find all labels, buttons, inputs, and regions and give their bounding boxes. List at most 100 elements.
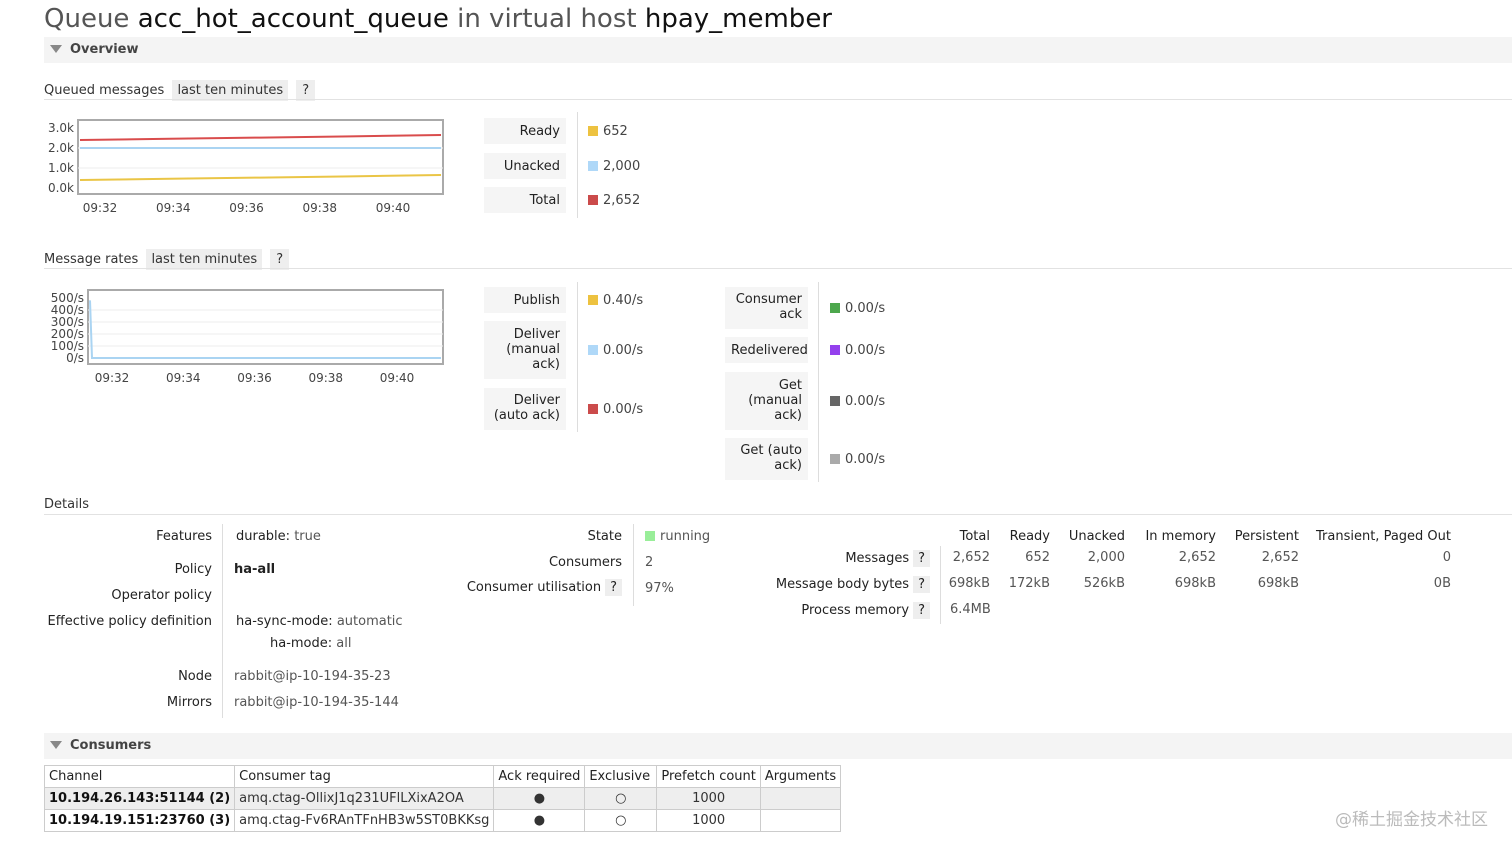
divider	[577, 112, 578, 218]
consumer-tag-cell: amq.ctag-OllixJ1q231UFlLXixA2OA	[234, 787, 495, 810]
x-tick-label: 09:32	[83, 201, 118, 215]
unacked-swatch-icon	[588, 161, 598, 171]
running-state-icon	[645, 531, 655, 541]
stats-cell: 6.4MB	[950, 602, 991, 617]
collapse-triangle-icon	[50, 741, 62, 749]
x-tick-label: 09:38	[302, 201, 337, 215]
stats-cell: 0B	[1433, 576, 1451, 591]
legend-label-deliver-auto: Deliver (auto ack)	[484, 388, 566, 430]
overview-header: Overview	[70, 42, 139, 57]
consumers-table-header-row: Channel Consumer tag Ack required Exclus…	[43, 765, 842, 788]
divider	[44, 99, 1512, 100]
x-tick-label: 09:36	[229, 201, 264, 215]
legend-value-unacked: 2,000	[588, 159, 640, 174]
queued-messages-help-button[interactable]: ?	[296, 80, 316, 101]
legend-label-deliver-manual: Deliver (manual ack)	[484, 321, 566, 379]
queue-name: acc_hot_account_queue	[137, 4, 449, 34]
legend-label-publish: Publish	[484, 287, 566, 313]
legend-value-total: 2,652	[588, 193, 640, 208]
collapse-triangle-icon	[50, 45, 62, 53]
ready-swatch-icon	[588, 126, 598, 136]
arguments-cell	[759, 787, 842, 810]
legend-value-get-manual: 0.00/s	[830, 394, 885, 409]
queued-messages-label: Queued messages	[44, 83, 165, 98]
message-stats-table: Messages? Message body bytes? Process me…	[760, 524, 1460, 624]
y-tick-label: 0.0k	[48, 181, 74, 195]
ack-required-cell: ●	[493, 809, 586, 832]
legend-label-redelivered: Redelivered	[725, 337, 808, 363]
divider	[222, 524, 223, 718]
title-word-in-vhost: in virtual host	[457, 4, 637, 34]
details-heading: Details	[44, 497, 90, 512]
state-label: State	[587, 529, 622, 544]
exclusive-cell: ○	[584, 787, 658, 810]
utilisation-help-button[interactable]: ?	[605, 579, 622, 596]
mirrors-value: rabbit@ip-10-194-35-144	[234, 695, 399, 710]
state-value: running	[645, 529, 710, 544]
features-value: durable: true	[236, 529, 321, 544]
operator-policy-label: Operator policy	[111, 588, 212, 603]
consumers-label: Consumers	[548, 555, 622, 570]
chart-plot-frame	[87, 289, 444, 365]
legend-value-publish: 0.40/s	[588, 293, 643, 308]
consumers-table: Channel Consumer tag Ack required Exclus…	[43, 765, 842, 832]
legend-label-consumer-ack: Consumer ack	[725, 287, 808, 329]
publish-swatch-icon	[588, 295, 598, 305]
legend-label-get-manual: Get (manual ack)	[725, 372, 808, 430]
col-consumer-tag: Consumer tag	[234, 765, 495, 788]
process-memory-help-button[interactable]: ?	[913, 602, 930, 619]
legend-value-get-auto: 0.00/s	[830, 452, 885, 467]
col-arguments: Arguments	[759, 765, 842, 788]
table-row: 10.194.26.143:51144 (2) amq.ctag-OllixJ1…	[43, 787, 842, 810]
col-ack-required: Ack required	[493, 765, 586, 788]
consumers-section-toggle[interactable]: Consumers	[44, 733, 1512, 759]
message-rates-range-select[interactable]: last ten minutes	[146, 249, 263, 270]
queued-messages-range-select[interactable]: last ten minutes	[172, 80, 289, 101]
legend-label-ready: Ready	[484, 118, 566, 144]
divider	[577, 282, 578, 432]
x-tick-label: 09:34	[166, 371, 201, 385]
y-tick-label: 1.0k	[48, 161, 74, 175]
col-channel: Channel	[43, 765, 236, 788]
legend-value-consumer-ack: 0.00/s	[830, 301, 885, 316]
message-rates-label: Message rates	[44, 252, 139, 267]
channel-link[interactable]: 10.194.19.151:23760 (3)	[43, 809, 236, 832]
policy-label: Policy	[174, 562, 212, 577]
y-tick-label: 2.0k	[48, 141, 74, 155]
x-tick-label: 09:36	[237, 371, 272, 385]
get-auto-swatch-icon	[830, 454, 840, 464]
consumers-value: 2	[645, 555, 654, 570]
node-label: Node	[178, 669, 212, 684]
redelivered-swatch-icon	[830, 345, 840, 355]
queued-messages-heading: Queued messages last ten minutes ?	[44, 80, 316, 101]
message-rates-help-button[interactable]: ?	[270, 249, 290, 270]
consumer-utilisation-label: Consumer utilisation?	[420, 579, 622, 596]
message-rates-heading: Message rates last ten minutes ?	[44, 249, 290, 270]
divider	[44, 268, 1512, 269]
watermark-text: @稀土掘金技术社区	[1335, 810, 1488, 830]
features-label: Features	[156, 529, 212, 544]
divider	[818, 282, 819, 482]
exclusive-cell: ○	[584, 809, 658, 832]
node-value: rabbit@ip-10-194-35-23	[234, 669, 391, 684]
col-prefetch-count: Prefetch count	[656, 765, 761, 788]
total-swatch-icon	[588, 195, 598, 205]
consumers-header: Consumers	[70, 738, 152, 753]
x-tick-label: 09:38	[308, 371, 343, 385]
vhost-name: hpay_member	[644, 4, 833, 34]
effective-policy-label: Effective policy definition	[47, 614, 212, 629]
legend-value-redelivered: 0.00/s	[830, 343, 885, 358]
ack-required-cell: ●	[493, 787, 586, 810]
overview-section-toggle[interactable]: Overview	[44, 37, 1512, 63]
channel-link[interactable]: 10.194.26.143:51144 (2)	[43, 787, 236, 810]
table-row: 10.194.19.151:23760 (3) amq.ctag-Fv6RAnT…	[43, 809, 842, 832]
message-rates-chart: 500/s400/s300/s200/s100/s0/s09:32 09:34 09…	[40, 282, 450, 390]
stats-row-process-memory-label: Process memory?	[760, 602, 930, 619]
effective-policy-sync-mode: ha-sync-mode: automatic	[236, 614, 403, 629]
deliver-auto-swatch-icon	[588, 404, 598, 414]
stats-cell: 0	[1442, 550, 1451, 565]
policy-link[interactable]: ha-all	[234, 562, 275, 577]
page-title: Queue acc_hot_account_queue in virtual h…	[44, 4, 832, 34]
arguments-cell	[759, 809, 842, 832]
legend-label-get-auto: Get (auto ack)	[725, 438, 808, 480]
